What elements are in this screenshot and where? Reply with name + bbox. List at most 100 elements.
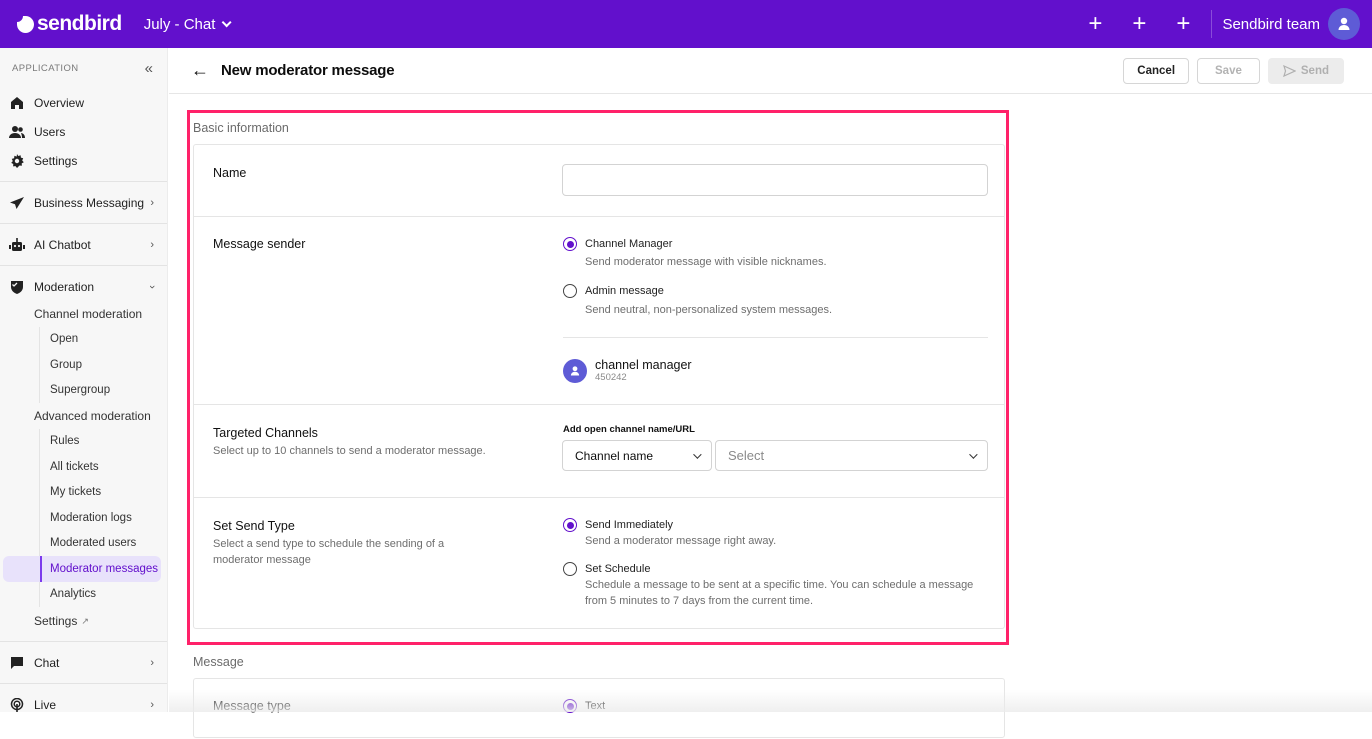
targeted-channels-label: Targeted Channels [213, 426, 318, 440]
send-type-label: Set Send Type [213, 519, 295, 533]
advanced-moderation-group: Rules All tickets My tickets Moderation … [3, 428, 167, 608]
sidebar-item-moderation-logs[interactable]: Moderation logs [40, 505, 167, 531]
chevron-down-icon: › [146, 284, 159, 289]
sendbird-logo[interactable]: sendbird [17, 12, 122, 36]
radio-description: Send a moderator message right away. [585, 535, 777, 547]
user-icon [570, 365, 580, 375]
cancel-button[interactable]: Cancel [1123, 57, 1190, 84]
sidebar-item-my-tickets[interactable]: My tickets [40, 480, 167, 506]
add-button-1[interactable]: + [1073, 0, 1117, 48]
sidebar-item-rules[interactable]: Rules [40, 429, 167, 455]
paper-plane-icon [9, 195, 25, 211]
sidebar-item-settings[interactable]: Settings [0, 146, 167, 175]
sidebar-item-moderator-messages[interactable]: Moderator messages [3, 556, 161, 582]
channel-moderation-group: Open Group Supergroup [39, 326, 167, 404]
add-button-3[interactable]: + [1161, 0, 1205, 48]
chevron-right-icon: › [150, 196, 154, 209]
chevron-right-icon: › [150, 698, 154, 711]
sidebar-item-open[interactable]: Open [40, 327, 167, 353]
sidebar-item-label: Settings [34, 614, 78, 628]
app-name: July - Chat [143, 15, 216, 33]
manager-name: channel manager [595, 358, 692, 372]
sidebar-item-business-messaging[interactable]: Business Messaging › [0, 188, 167, 217]
chevron-down-icon [222, 16, 232, 27]
radio-label: Text [585, 700, 606, 712]
basic-information-heading: Basic information [193, 121, 289, 135]
radio-set-schedule[interactable]: Set Schedule [563, 562, 650, 576]
send-button[interactable]: Send [1267, 57, 1344, 84]
sidebar: APPLICATION « Overview Users Settings Bu… [0, 48, 168, 712]
save-button[interactable]: Save [1197, 57, 1260, 84]
collapse-sidebar-icon[interactable]: « [145, 60, 153, 77]
radio-channel-manager[interactable]: Channel Manager [563, 237, 672, 251]
top-bar: sendbird July - Chat + + + Sendbird team [0, 0, 1372, 48]
sidebar-item-analytics[interactable]: Analytics [40, 582, 167, 608]
channel-manager-profile: channel manager 450242 [563, 358, 692, 383]
robot-icon [9, 237, 25, 253]
sidebar-item-group[interactable]: Group [40, 352, 167, 378]
broadcast-icon [9, 697, 25, 713]
basic-information-card: Name Message sender Channel Manager Send… [193, 144, 1005, 629]
radio-unselected-icon [563, 562, 577, 576]
user-icon [1338, 17, 1350, 30]
chat-bubble-icon [9, 655, 25, 671]
radio-unselected-icon [563, 284, 577, 298]
gear-icon [9, 153, 25, 169]
sidebar-item-live[interactable]: Live › [0, 690, 167, 719]
radio-text[interactable]: Text [563, 699, 605, 713]
sidebar-item-overview[interactable]: Overview [0, 88, 167, 117]
sidebar-channel-moderation[interactable]: Channel moderation [0, 301, 167, 327]
sidebar-item-label: AI Chatbot [34, 237, 91, 252]
channel-search-type-select[interactable]: Channel name [562, 440, 712, 471]
sidebar-divider [0, 223, 167, 224]
radio-label: Set Schedule [585, 563, 651, 575]
divider [563, 337, 988, 338]
sidebar-item-chat[interactable]: Chat › [0, 648, 167, 677]
plus-icon: + [1132, 10, 1147, 37]
sidebar-advanced-moderation[interactable]: Advanced moderation [0, 403, 167, 429]
radio-send-immediately[interactable]: Send Immediately [563, 518, 673, 532]
message-sender-label: Message sender [213, 237, 306, 251]
app-switcher[interactable]: July - Chat [143, 15, 232, 33]
select-value: Channel name [575, 448, 654, 463]
sidebar-item-supergroup[interactable]: Supergroup [40, 378, 167, 404]
message-type-label: Message type [213, 699, 291, 713]
name-input[interactable] [562, 164, 988, 196]
home-icon [9, 95, 25, 111]
top-divider [1211, 10, 1213, 38]
sidebar-section-label: APPLICATION [12, 62, 79, 74]
add-button-2[interactable]: + [1117, 0, 1161, 48]
sidebar-item-moderated-users[interactable]: Moderated users [40, 531, 167, 557]
send-icon [1282, 64, 1296, 77]
user-avatar[interactable] [1328, 8, 1360, 40]
back-arrow-icon[interactable]: ← [191, 60, 209, 81]
radio-admin-message[interactable]: Admin message [563, 284, 664, 298]
channel-select[interactable]: Select [715, 440, 988, 471]
radio-selected-icon [563, 699, 577, 713]
sidebar-moderation-settings[interactable]: Settings ↗ [0, 607, 167, 635]
brand-name: sendbird [37, 12, 122, 35]
radio-label: Admin message [585, 285, 664, 297]
sidebar-item-label: Settings [34, 153, 78, 168]
sidebar-item-label: Live [34, 697, 57, 712]
sidebar-item-ai-chatbot[interactable]: AI Chatbot › [0, 230, 167, 259]
radio-label: Channel Manager [585, 238, 673, 250]
message-heading: Message [193, 655, 244, 669]
manager-id: 450242 [595, 372, 627, 383]
message-type-row: Message type Text [194, 679, 1004, 739]
chevron-down-icon [693, 449, 702, 459]
send-label: Send [1300, 64, 1329, 77]
chevron-right-icon: › [150, 238, 154, 251]
message-card: Message type Text [193, 678, 1005, 738]
name-row: Name [194, 145, 1004, 217]
sidebar-item-label: Overview [34, 95, 85, 110]
team-name[interactable]: Sendbird team [1222, 16, 1320, 33]
manager-avatar [563, 358, 587, 383]
sidebar-divider [0, 265, 167, 266]
sidebar-item-moderation[interactable]: Moderation › [0, 272, 167, 301]
sidebar-item-users[interactable]: Users [0, 117, 167, 146]
plus-icon: + [1088, 10, 1103, 37]
targeted-channels-row: Targeted Channels Select up to 10 channe… [194, 405, 1004, 498]
sidebar-item-all-tickets[interactable]: All tickets [40, 454, 167, 480]
sidebar-item-label: Chat [34, 655, 60, 670]
